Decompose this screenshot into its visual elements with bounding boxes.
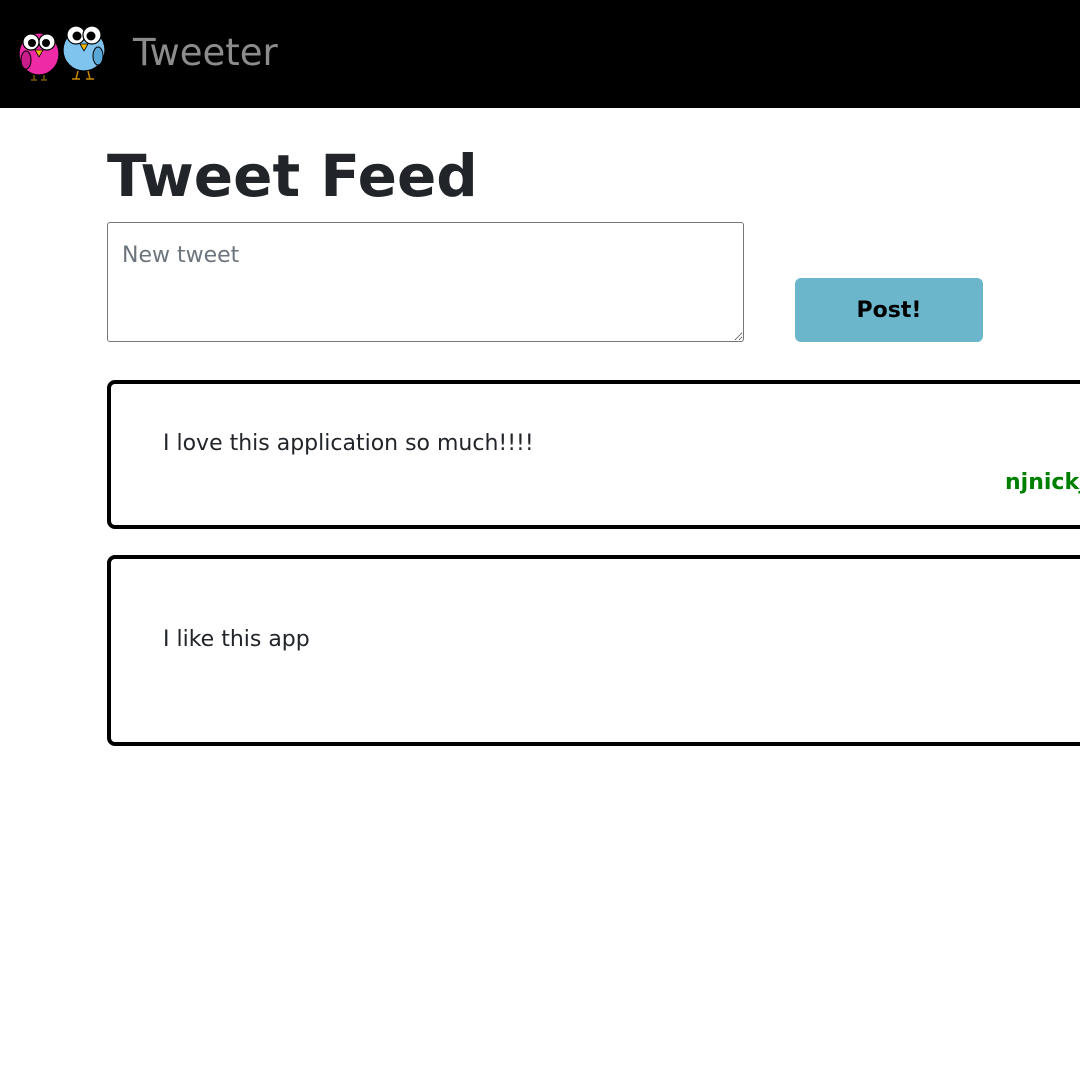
page-title: Tweet Feed xyxy=(107,142,478,210)
tweet-text: I love this application so much!!!! xyxy=(163,431,534,456)
post-button[interactable]: Post! xyxy=(795,278,983,342)
new-tweet-input[interactable] xyxy=(107,222,744,342)
two-birds-logo-icon[interactable] xyxy=(14,20,110,84)
tweet-author: njnickj xyxy=(1005,470,1080,495)
brand-name[interactable]: Tweeter xyxy=(133,30,278,76)
navbar: Tweeter xyxy=(0,0,1080,108)
tweet-text: I like this app xyxy=(163,627,310,652)
tweet-card: I love this application so much!!!! njni… xyxy=(107,380,1080,529)
tweet-card: I like this app xyxy=(107,555,1080,746)
